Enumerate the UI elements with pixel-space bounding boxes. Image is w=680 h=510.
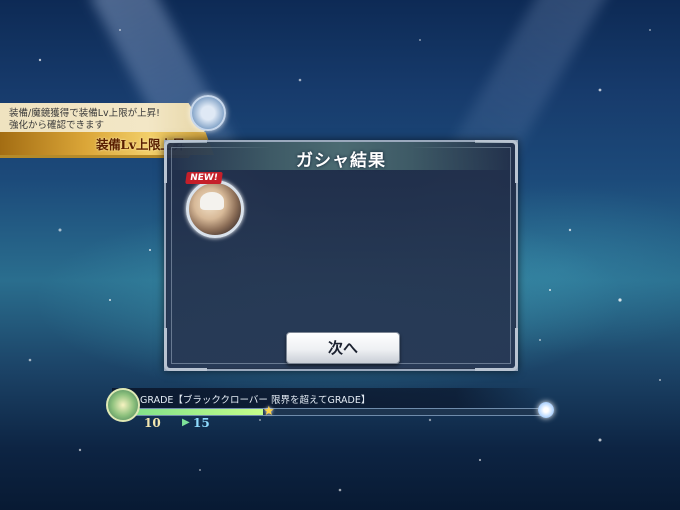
grade-emblem-icon <box>106 388 140 422</box>
result-item[interactable]: NEW! <box>184 172 244 238</box>
corner-ornament <box>475 328 518 371</box>
character-hat <box>200 192 224 210</box>
corner-ornament <box>164 328 207 371</box>
next-button[interactable]: 次へ <box>286 332 400 364</box>
reward-orb-icon <box>538 402 554 418</box>
notice-message: 装備/魔鏡獲得で装備Lv上限が上昇! 強化から確認できます <box>9 108 160 131</box>
grade-progress: GRADE【ブラッククローバー 限界を超えてGRADE】 10 ▶ 15 ★ <box>100 386 554 432</box>
grade-progress-fill <box>131 409 263 415</box>
star-icon: ★ <box>263 404 275 419</box>
gacha-result-panel: ガシャ結果 NEW! 次へ <box>164 140 518 371</box>
gear-emblem-icon <box>190 95 226 131</box>
grade-from-level: 10 <box>144 416 161 430</box>
grade-to-level: 15 <box>193 416 210 430</box>
arrow-right-icon: ▶ <box>182 417 190 428</box>
panel-title: ガシャ結果 <box>296 151 386 171</box>
new-badge: NEW! <box>185 172 223 184</box>
grade-title: GRADE【ブラッククローバー 限界を超えてGRADE】 <box>140 395 371 406</box>
grade-progress-track <box>130 408 544 416</box>
